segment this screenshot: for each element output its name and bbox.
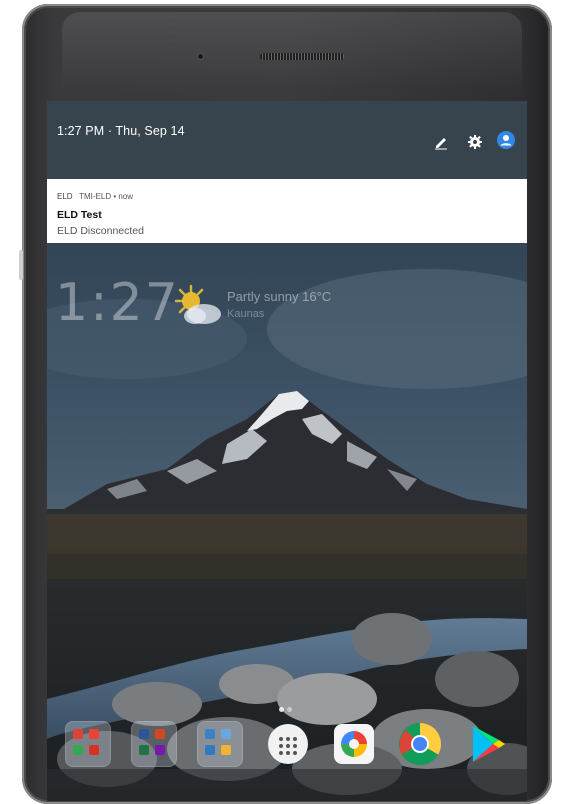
edit-icon[interactable]	[433, 134, 449, 150]
app-drawer-icon[interactable]	[265, 721, 311, 767]
bezel-highlight	[62, 12, 522, 92]
notification-time: now	[118, 192, 134, 201]
google-apps-folder-icon[interactable]	[65, 721, 111, 767]
weather-city: Kaunas	[227, 308, 265, 320]
page-dot-1	[279, 707, 284, 712]
page-indicator	[279, 707, 299, 713]
user-account-icon[interactable]	[497, 131, 515, 149]
home-clock[interactable]: 1:27	[55, 277, 180, 329]
tools-apps-folder-icon[interactable]	[197, 721, 243, 767]
notification-app-badge: ELD	[57, 192, 73, 201]
partly-sunny-weather-icon	[174, 284, 221, 324]
notification-title: ELD Test	[57, 209, 102, 221]
weather-condition[interactable]: Partly sunny 16°C	[227, 289, 331, 304]
tablet-screen: 1:27 Partly sunny 16°C Kaunas 1:27 PM · …	[47, 101, 527, 801]
status-time-date: 1:27 PM · Thu, Sep 14	[57, 124, 185, 138]
notification-text: ELD Disconnected	[57, 225, 144, 237]
play-store-app-icon[interactable]	[463, 721, 509, 767]
page-dot-2	[287, 707, 292, 712]
side-button	[19, 250, 23, 280]
notification-header: ELD TMI-ELD • now	[57, 192, 133, 201]
front-camera	[198, 54, 203, 59]
office-apps-folder-icon[interactable]	[131, 721, 177, 767]
notification-app-name: TMI-ELD	[79, 192, 112, 201]
notification-separator: •	[113, 192, 117, 201]
earpiece-speaker	[260, 53, 344, 60]
notification-card[interactable]: ELD TMI-ELD • now ELD Test ELD Disconnec…	[47, 179, 527, 243]
chrome-app-icon[interactable]	[397, 721, 443, 767]
photos-app-icon[interactable]	[331, 721, 377, 767]
settings-gear-icon[interactable]	[467, 134, 483, 150]
quick-settings-header: 1:27 PM · Thu, Sep 14	[47, 101, 527, 179]
